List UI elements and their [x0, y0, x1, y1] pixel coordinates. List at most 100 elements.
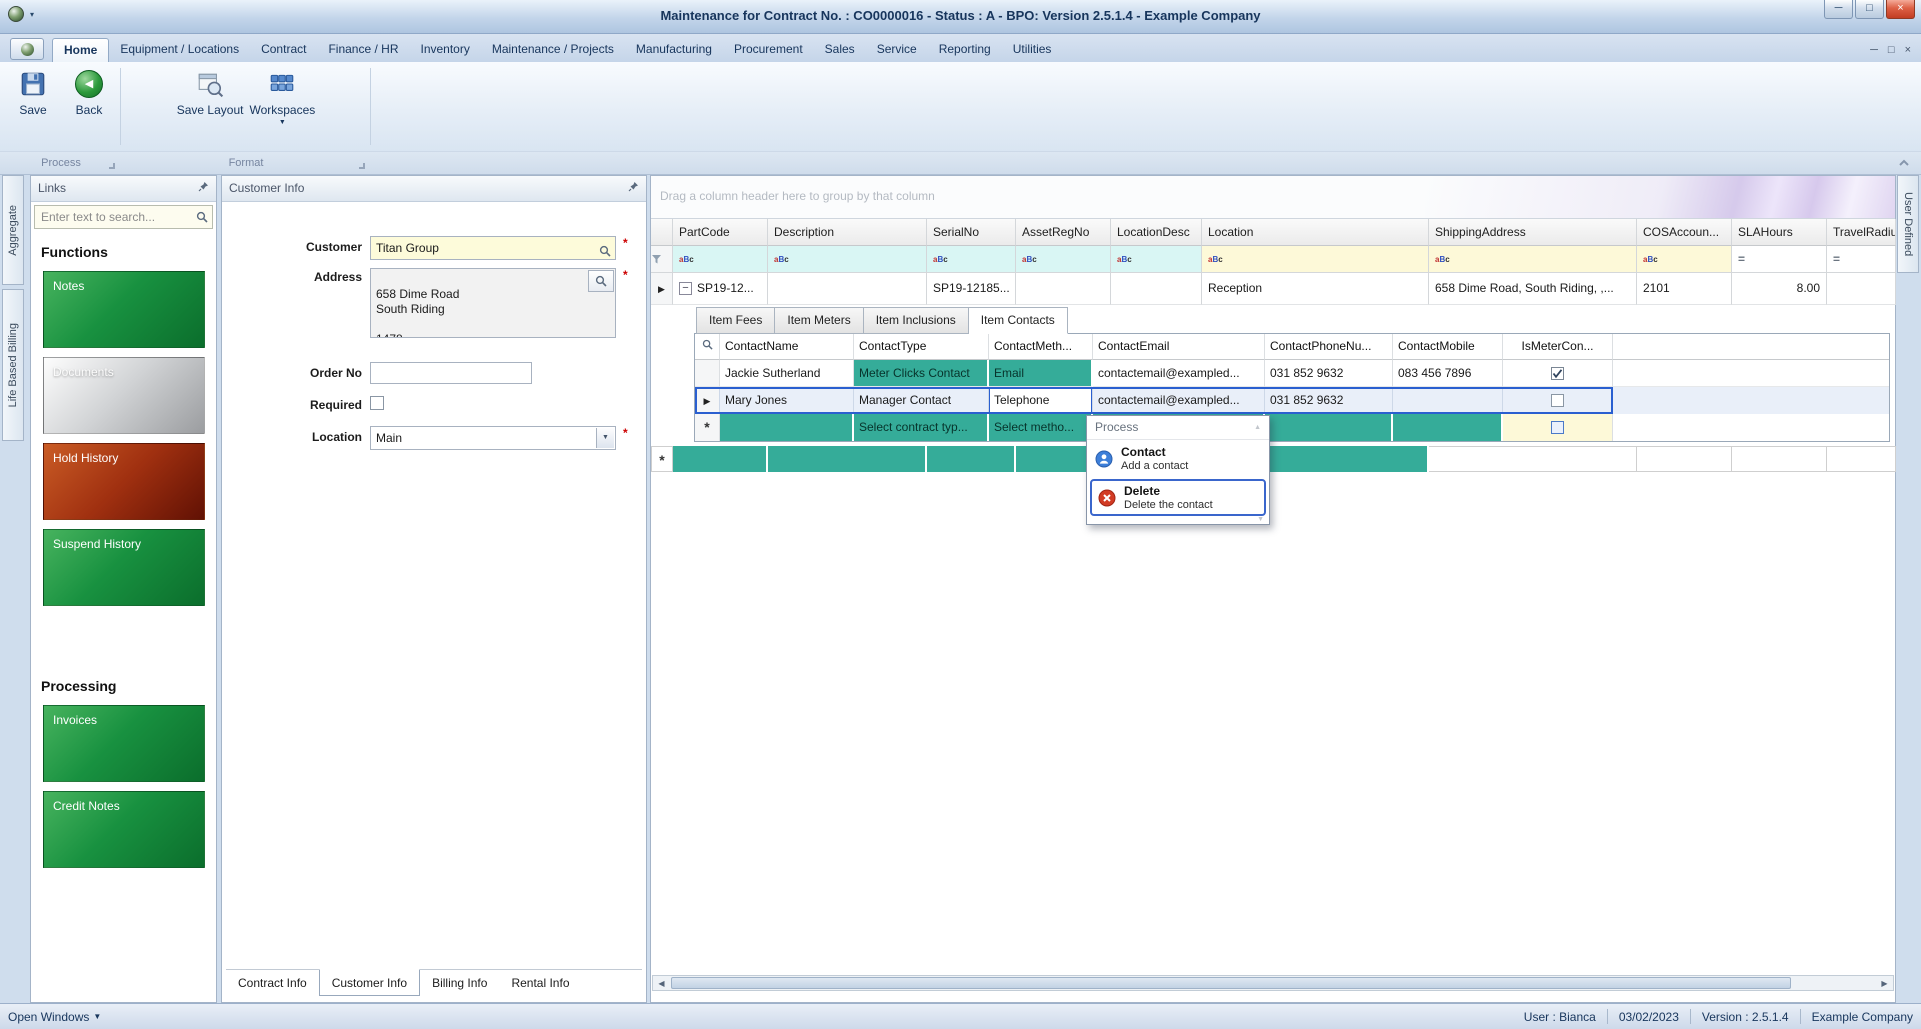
minimize-button[interactable]: ─: [1824, 0, 1853, 19]
column-header-partcode[interactable]: PartCode: [673, 219, 768, 246]
cell-cosaccount[interactable]: 2101: [1637, 273, 1732, 305]
checkbox-checked-icon[interactable]: [1551, 367, 1564, 380]
checkbox-icon[interactable]: [1551, 421, 1564, 434]
mdi-minimize-icon[interactable]: ─: [1870, 44, 1878, 56]
back-button[interactable]: ◀ Back: [64, 62, 114, 152]
tab-item-meters[interactable]: Item Meters: [775, 307, 863, 334]
column-header-contactmobile[interactable]: ContactMobile: [1393, 334, 1503, 360]
ribbon-tab-finance-hr[interactable]: Finance / HR: [317, 38, 409, 62]
cell-slahours[interactable]: 8.00: [1732, 273, 1827, 305]
ribbon-tab-procurement[interactable]: Procurement: [723, 38, 814, 62]
group-by-bar[interactable]: Drag a column header here to group by th…: [651, 176, 1895, 219]
column-header-locationdesc[interactable]: LocationDesc: [1111, 219, 1202, 246]
column-header-contactmethod[interactable]: ContactMeth...: [989, 334, 1093, 360]
dock-tab-user-defined[interactable]: User Defined: [1897, 175, 1919, 273]
app-menu-button[interactable]: [10, 38, 44, 60]
new-cell-cosaccount[interactable]: [1637, 446, 1732, 472]
new-cell-serialno[interactable]: [927, 446, 1016, 472]
cell-contactmobile[interactable]: [1393, 387, 1503, 414]
ribbon-tab-service[interactable]: Service: [866, 38, 928, 62]
quick-access-caret-icon[interactable]: ▾: [30, 10, 34, 19]
ribbon-tab-manufacturing[interactable]: Manufacturing: [625, 38, 723, 62]
cell-locationdesc[interactable]: [1111, 273, 1202, 305]
column-header-serialno[interactable]: SerialNo: [927, 219, 1016, 246]
required-checkbox[interactable]: [370, 396, 384, 410]
column-header-cosaccount[interactable]: COSAccoun...: [1637, 219, 1732, 246]
menu-item-contact[interactable]: Contact Add a contact: [1087, 440, 1269, 477]
column-header-assetregno[interactable]: AssetRegNo: [1016, 219, 1111, 246]
menu-item-delete[interactable]: Delete Delete the contact: [1090, 479, 1266, 516]
cell-contacttype[interactable]: Meter Clicks Contact: [854, 360, 989, 387]
cell-contactname[interactable]: Mary Jones: [720, 387, 854, 414]
column-header-shippingaddress[interactable]: ShippingAddress: [1429, 219, 1637, 246]
contact-row[interactable]: Jackie Sutherland Meter Clicks Contact E…: [695, 360, 1889, 387]
group-dialog-launcher-icon[interactable]: [359, 163, 365, 169]
filter-cell-serialno[interactable]: aBc: [927, 246, 1016, 273]
new-cell-contactmethod[interactable]: Select metho...: [989, 414, 1093, 441]
cell-contactphone[interactable]: 031 852 9632: [1265, 387, 1393, 414]
tab-item-fees[interactable]: Item Fees: [696, 307, 775, 334]
dock-tab-life-based-billing[interactable]: Life Based Billing: [2, 289, 24, 441]
order-no-field[interactable]: [370, 362, 532, 384]
tab-customer-info[interactable]: Customer Info: [319, 969, 420, 996]
cell-contactmobile[interactable]: 083 456 7896: [1393, 360, 1503, 387]
tab-contract-info[interactable]: Contract Info: [226, 970, 319, 996]
tab-item-inclusions[interactable]: Item Inclusions: [864, 307, 969, 334]
ribbon-tab-utilities[interactable]: Utilities: [1002, 38, 1063, 62]
filter-cell-slahours[interactable]: =: [1732, 246, 1827, 273]
column-header-contactemail[interactable]: ContactEmail: [1093, 334, 1265, 360]
workspaces-button[interactable]: Workspaces ▼: [249, 62, 315, 152]
column-header-contacttype[interactable]: ContactType: [854, 334, 989, 360]
ribbon-tab-sales[interactable]: Sales: [814, 38, 866, 62]
filter-cell-travelradius[interactable]: =: [1827, 246, 1896, 273]
location-select[interactable]: Main ▼: [370, 426, 616, 450]
ribbon-tab-reporting[interactable]: Reporting: [928, 38, 1002, 62]
cell-description[interactable]: [768, 273, 927, 305]
ribbon-tab-home[interactable]: Home: [52, 38, 109, 62]
column-header-location[interactable]: Location: [1202, 219, 1429, 246]
new-cell-shippingaddress[interactable]: [1429, 446, 1637, 472]
ribbon-tab-equipment-locations[interactable]: Equipment / Locations: [109, 38, 250, 62]
cell-travelradius[interactable]: [1827, 273, 1896, 305]
scroll-left-icon[interactable]: ◀: [653, 979, 670, 988]
contact-row-selected[interactable]: ▶ Mary Jones Manager Contact Telephone c…: [695, 387, 1889, 414]
mdi-close-icon[interactable]: ×: [1905, 44, 1911, 56]
address-lookup-button[interactable]: [588, 270, 614, 292]
new-cell-partcode[interactable]: [673, 446, 768, 472]
contact-new-row[interactable]: * Select contract typ... Select metho...: [695, 414, 1889, 441]
close-button[interactable]: ×: [1886, 0, 1915, 19]
cell-location[interactable]: Reception: [1202, 273, 1429, 305]
new-cell-slahours[interactable]: [1732, 446, 1827, 472]
new-cell-contactphone[interactable]: [1265, 414, 1393, 441]
cell-contactphone[interactable]: 031 852 9632: [1265, 360, 1393, 387]
ribbon-tab-inventory[interactable]: Inventory: [409, 38, 480, 62]
tab-rental-info[interactable]: Rental Info: [499, 970, 581, 996]
filter-cell-shippingaddress[interactable]: aBc: [1429, 246, 1637, 273]
horizontal-scrollbar[interactable]: ◀ ▶: [652, 975, 1894, 991]
grid-new-row[interactable]: *: [651, 446, 1896, 472]
column-header-slahours[interactable]: SLAHours: [1732, 219, 1827, 246]
column-header-description[interactable]: Description: [768, 219, 927, 246]
ribbon-tab-contract[interactable]: Contract: [250, 38, 317, 62]
column-header-ismetercontact[interactable]: IsMeterCon...: [1503, 334, 1613, 360]
cell-contactemail[interactable]: contactemail@exampled...: [1093, 360, 1265, 387]
filter-cell-locationdesc[interactable]: aBc: [1111, 246, 1202, 273]
cell-ismetercontact[interactable]: [1503, 387, 1613, 414]
pin-icon[interactable]: [198, 176, 209, 201]
ribbon-collapse-icon[interactable]: [1897, 156, 1911, 173]
suspend-history-button[interactable]: Suspend History: [43, 529, 205, 606]
new-cell-contactname[interactable]: [720, 414, 854, 441]
search-icon[interactable]: [196, 211, 208, 226]
hold-history-button[interactable]: Hold History: [43, 443, 205, 520]
cell-contactmethod-editor[interactable]: Telephone: [989, 387, 1093, 414]
column-header-contactphone[interactable]: ContactPhoneNu...: [1265, 334, 1393, 360]
column-header-travelradius[interactable]: TravelRadiu...: [1827, 219, 1896, 246]
open-windows-caret-icon[interactable]: ▼: [93, 1012, 101, 1021]
filter-cell-cosaccount[interactable]: aBc: [1637, 246, 1732, 273]
new-cell-description[interactable]: [768, 446, 927, 472]
documents-button[interactable]: Documents: [43, 357, 205, 434]
checkbox-unchecked-icon[interactable]: [1551, 394, 1564, 407]
group-dialog-launcher-icon[interactable]: [109, 163, 115, 169]
filter-cell-description[interactable]: aBc: [768, 246, 927, 273]
customer-field[interactable]: Titan Group: [370, 236, 616, 260]
